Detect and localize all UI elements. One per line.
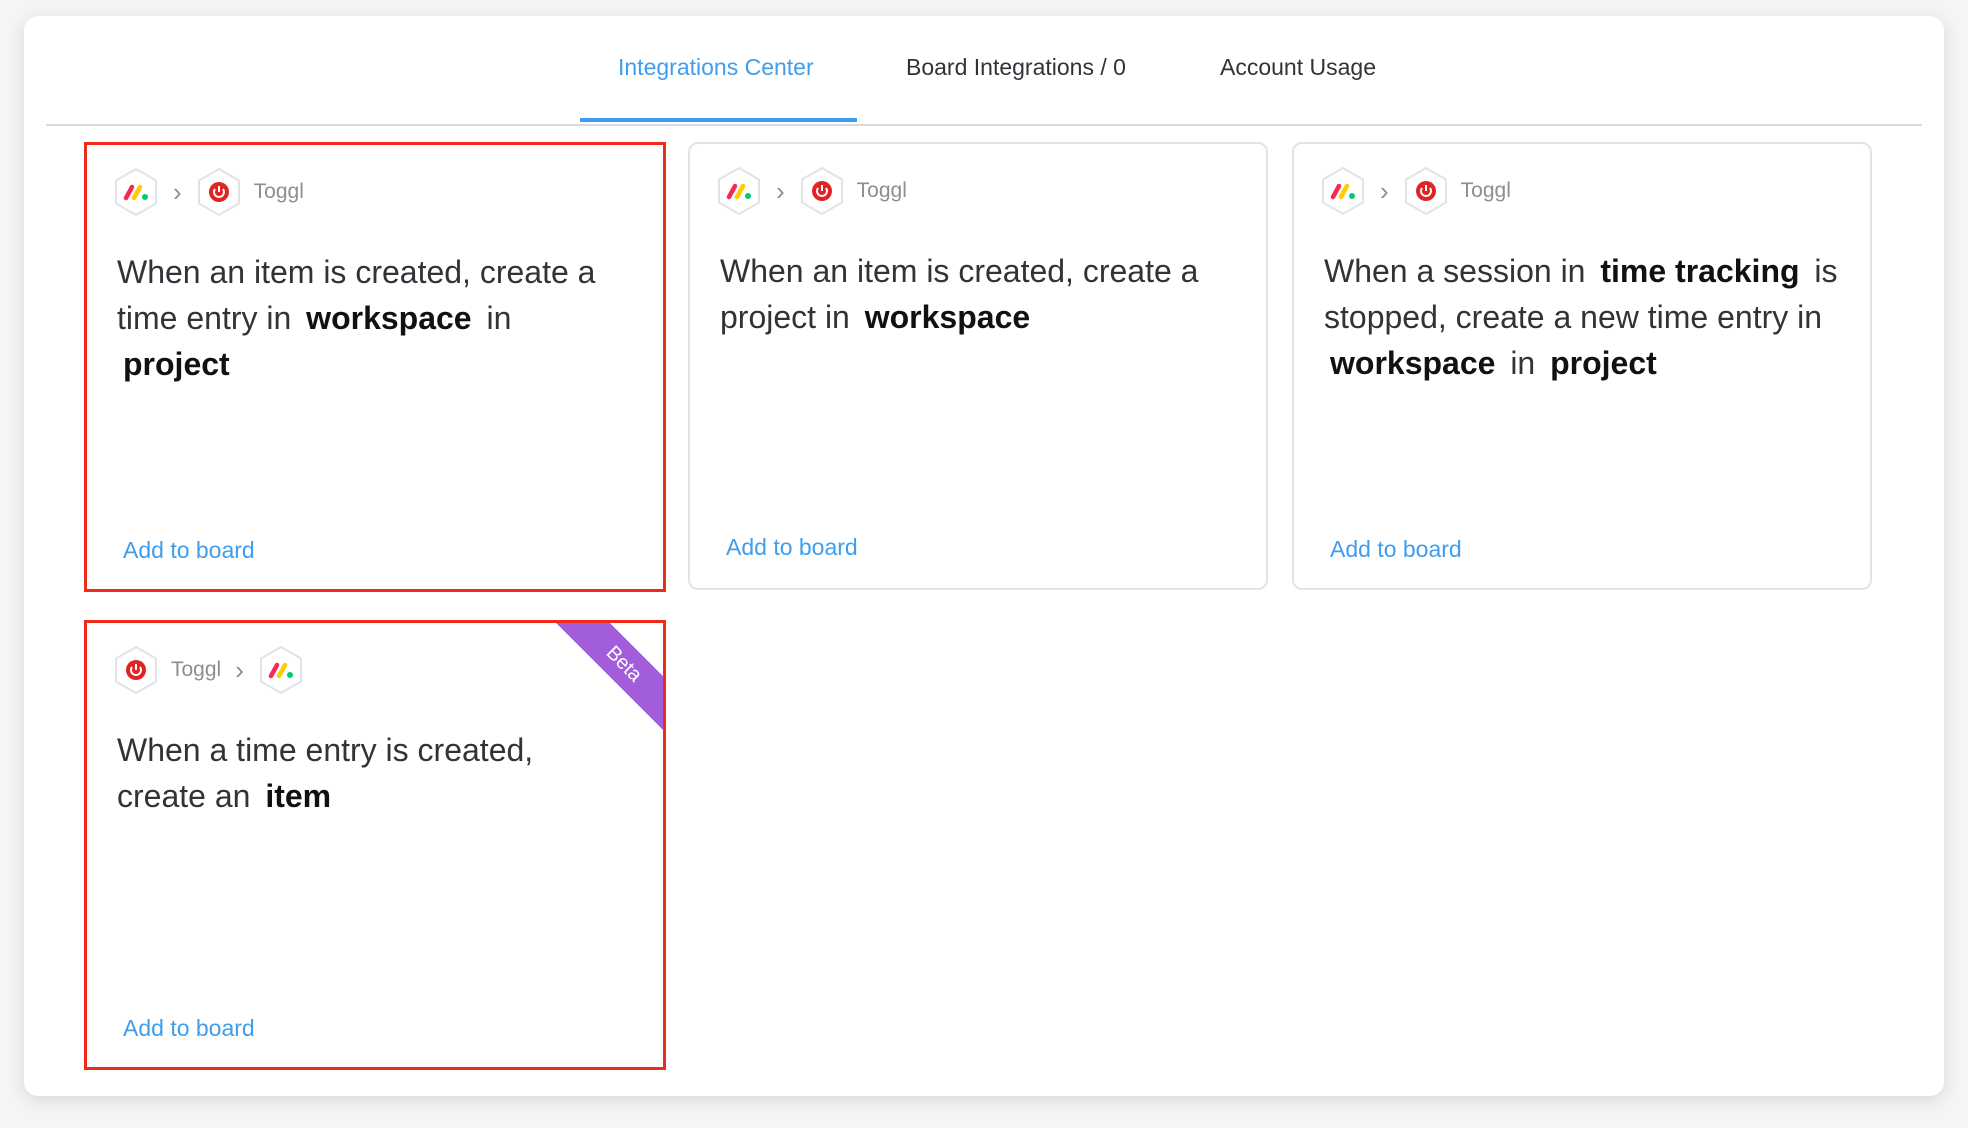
- chevron-right-icon: ›: [1380, 175, 1389, 206]
- toggl-icon: [196, 167, 242, 217]
- toggl-icon: [799, 166, 845, 216]
- toggl-icon: [1403, 166, 1449, 216]
- monday-logo-icon: [716, 166, 762, 216]
- workspace-field[interactable]: workspace: [300, 300, 477, 336]
- app-name: Toggl: [1460, 179, 1511, 202]
- toggl-icon: [113, 645, 159, 695]
- project-field[interactable]: project: [1544, 345, 1663, 381]
- card-header: › Toggl: [113, 167, 304, 217]
- integration-card-1[interactable]: › Toggl When an item is created, create …: [84, 142, 666, 592]
- integrations-panel: Integrations Center Board Integrations /…: [24, 16, 1944, 1096]
- workspace-field[interactable]: workspace: [859, 299, 1036, 335]
- beta-label: Beta: [553, 623, 663, 733]
- app-name: Toggl: [856, 179, 907, 202]
- tab-bar: Integrations Center Board Integrations /…: [46, 16, 1922, 126]
- add-to-board-button[interactable]: Add to board: [123, 537, 255, 564]
- card-header: › Toggl: [716, 166, 907, 216]
- integration-card-4[interactable]: Beta Toggl › When a time entry is create…: [84, 620, 666, 1070]
- tab-board-integrations[interactable]: Board Integrations / 0: [906, 54, 1126, 81]
- active-tab-indicator: [580, 118, 857, 122]
- monday-logo-icon: [1320, 166, 1366, 216]
- app-name: Toggl: [253, 180, 304, 203]
- card-header: Toggl ›: [113, 645, 304, 695]
- recipe-text: When a time entry is created, create an …: [117, 732, 534, 814]
- recipe-text: When a session in time tracking is stopp…: [1324, 253, 1838, 381]
- chevron-right-icon: ›: [776, 175, 785, 206]
- monday-logo-icon: [258, 645, 304, 695]
- card-header: › Toggl: [1320, 166, 1511, 216]
- chevron-right-icon: ›: [235, 654, 244, 685]
- beta-badge: Beta: [553, 623, 663, 733]
- add-to-board-button[interactable]: Add to board: [123, 1015, 255, 1042]
- add-to-board-button[interactable]: Add to board: [1330, 536, 1462, 563]
- chevron-right-icon: ›: [173, 176, 182, 207]
- app-name: Toggl: [171, 658, 222, 681]
- recipe-text: When an item is created, create a projec…: [720, 253, 1199, 335]
- add-to-board-button[interactable]: Add to board: [726, 534, 858, 561]
- project-field[interactable]: project: [117, 346, 236, 382]
- integration-card-2[interactable]: › Toggl When an item is created, create …: [688, 142, 1268, 590]
- tab-integrations-center[interactable]: Integrations Center: [618, 54, 814, 81]
- monday-logo-icon: [113, 167, 159, 217]
- item-field[interactable]: item: [259, 778, 337, 814]
- recipe-text: When an item is created, create a time e…: [117, 254, 596, 382]
- integration-card-3[interactable]: › Toggl When a session in time tracking …: [1292, 142, 1872, 590]
- workspace-field[interactable]: workspace: [1324, 345, 1501, 381]
- time-tracking-field[interactable]: time tracking: [1594, 253, 1805, 289]
- tab-account-usage[interactable]: Account Usage: [1220, 54, 1376, 81]
